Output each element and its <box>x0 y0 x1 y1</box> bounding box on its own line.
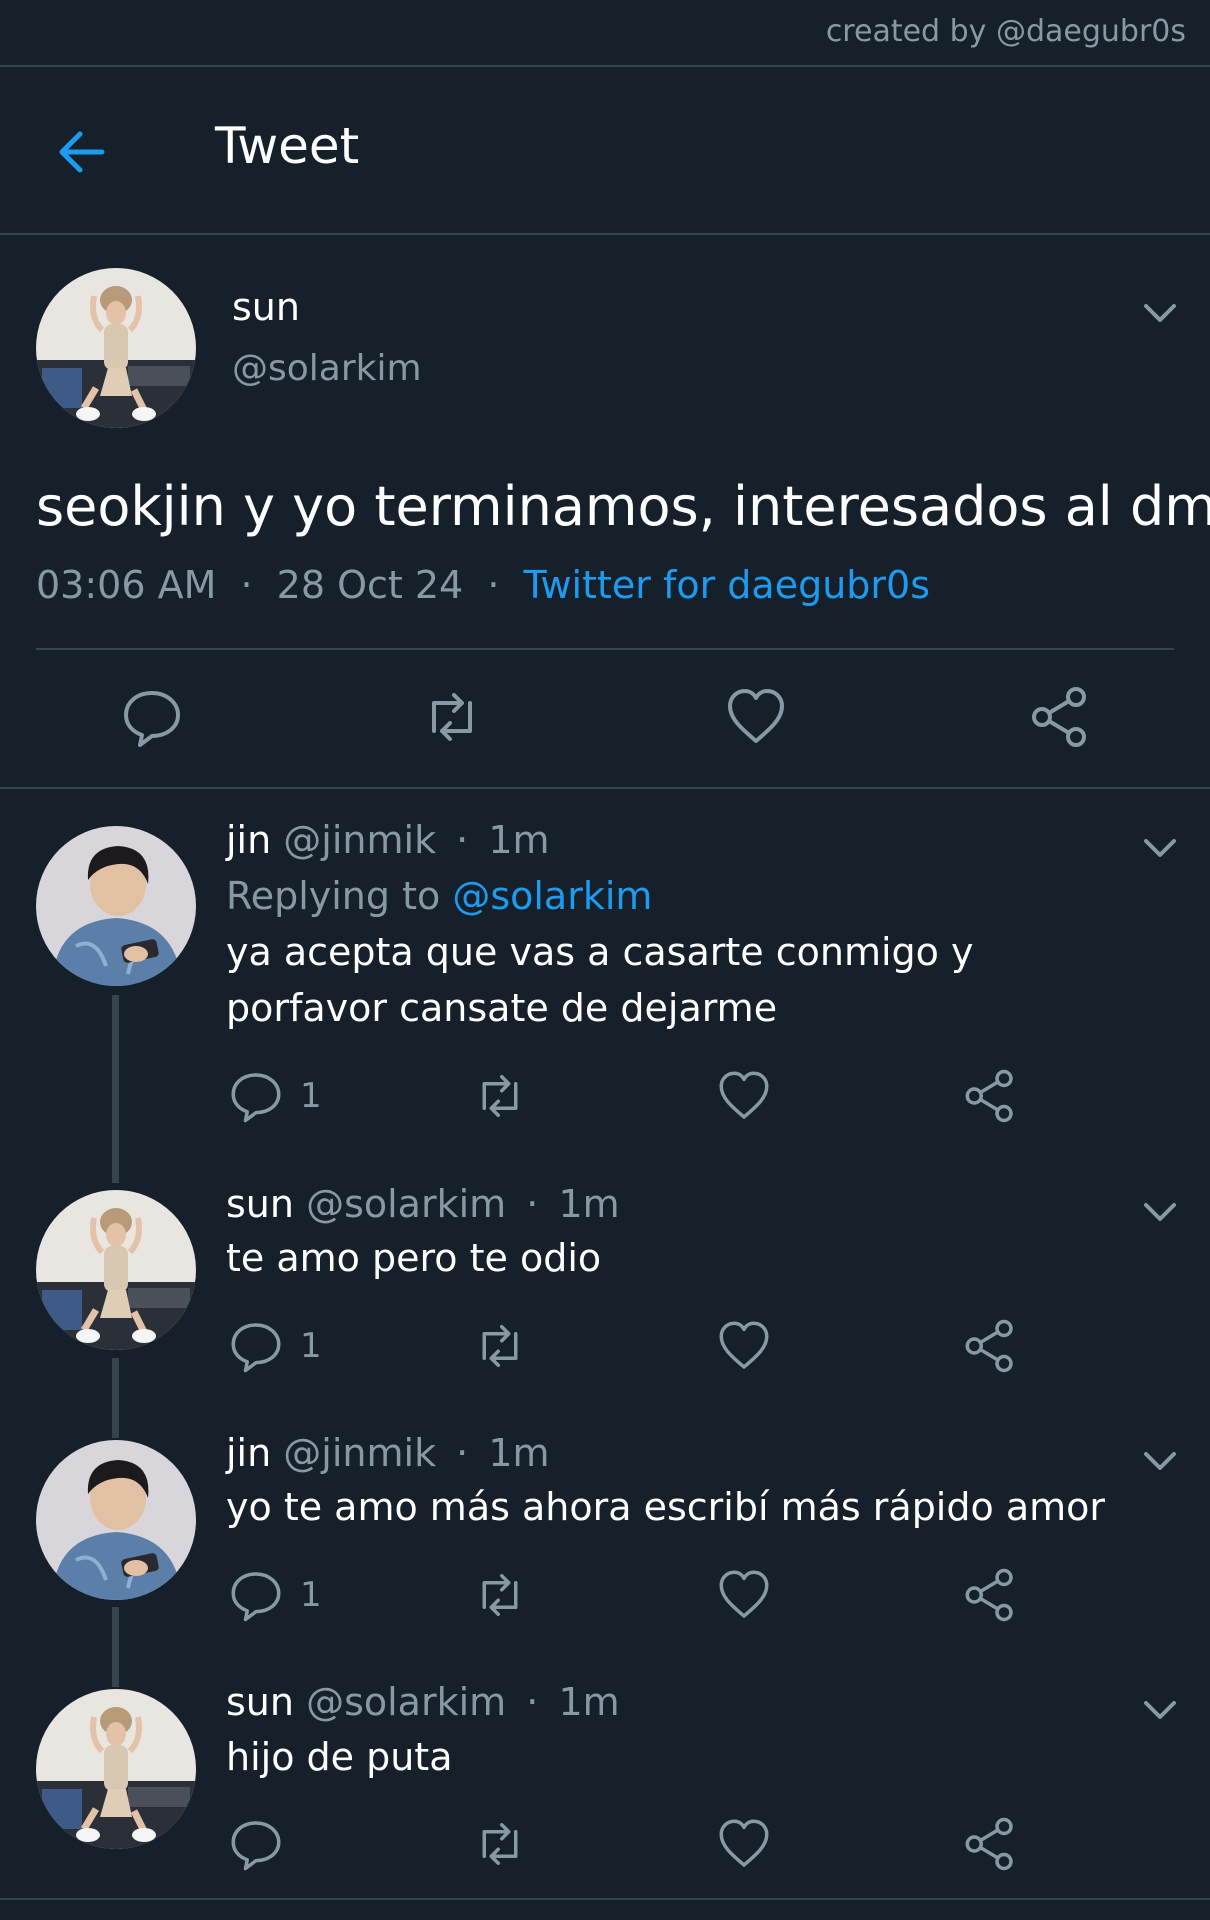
reply-text: ya acepta que vas a casarte conmigo y po… <box>226 930 974 1030</box>
reply-text: hijo de puta <box>226 1735 453 1779</box>
reply-header: jin @jinmik · 1m <box>226 1431 550 1475</box>
meta-divider <box>36 648 1174 650</box>
heart-icon[interactable] <box>716 1567 772 1623</box>
reply-mention[interactable]: @solarkim <box>452 874 652 918</box>
tweet-actions <box>0 685 1210 749</box>
heart-icon[interactable] <box>716 1816 772 1872</box>
reply-actions <box>0 1816 1210 1872</box>
retweet-icon[interactable] <box>472 1816 528 1872</box>
reply-icon[interactable] <box>120 685 184 749</box>
share-icon[interactable] <box>962 1816 1018 1872</box>
reply-text: yo te amo más ahora escribí más rápido a… <box>226 1485 1105 1529</box>
reply-actions: 1 <box>0 1567 1210 1623</box>
reply-time: 1m <box>488 1431 550 1475</box>
author-handle[interactable]: @jinmik <box>283 1431 436 1475</box>
reply-actions: 1 <box>0 1318 1210 1374</box>
meta-separator: · <box>487 563 500 607</box>
reply-header: sun @solarkim · 1m <box>226 1680 620 1724</box>
reply-icon[interactable] <box>228 1318 284 1374</box>
heart-icon[interactable] <box>724 685 788 749</box>
section-divider <box>0 787 1210 789</box>
reply-time: 1m <box>488 818 550 862</box>
avatar[interactable] <box>36 268 196 428</box>
watermark: created by @daegubr0s <box>825 14 1186 49</box>
replying-to: Replying to @solarkim <box>226 874 652 918</box>
dot-separator: · <box>456 1431 469 1475</box>
bottom-divider <box>0 1898 1210 1900</box>
author-handle[interactable]: @solarkim <box>306 1680 506 1724</box>
reply-header: jin @jinmik · 1m <box>226 818 550 862</box>
heart-icon[interactable] <box>716 1318 772 1374</box>
dot-separator: · <box>456 818 469 862</box>
tweet-meta: 03:06 AM · 28 Oct 24 · Twitter for daegu… <box>36 563 930 607</box>
author-handle[interactable]: @solarkim <box>306 1182 506 1226</box>
chevron-down-icon[interactable] <box>1140 298 1180 326</box>
dot-separator: · <box>526 1182 539 1226</box>
header-divider <box>0 233 1210 235</box>
share-icon[interactable] <box>1028 685 1092 749</box>
retweet-icon[interactable] <box>472 1567 528 1623</box>
dot-separator: · <box>526 1680 539 1724</box>
share-icon[interactable] <box>962 1318 1018 1374</box>
tweet-source[interactable]: Twitter for daegubr0s <box>524 563 930 607</box>
replying-label: Replying to <box>226 874 441 918</box>
chevron-down-icon[interactable] <box>1140 1197 1180 1225</box>
chevron-down-icon[interactable] <box>1140 1695 1180 1723</box>
reply-count: 1 <box>300 1575 322 1615</box>
avatar-photo <box>36 268 196 428</box>
meta-separator: · <box>240 563 253 607</box>
author-name[interactable]: jin <box>226 818 271 862</box>
author-name[interactable]: sun <box>226 1680 294 1724</box>
share-icon[interactable] <box>962 1068 1018 1124</box>
chevron-down-icon[interactable] <box>1140 1446 1180 1474</box>
reply-header: sun @solarkim · 1m <box>226 1182 620 1226</box>
reply-text: te amo pero te odio <box>226 1236 602 1280</box>
back-button[interactable] <box>52 122 112 182</box>
arrow-left-icon <box>59 131 105 173</box>
heart-icon[interactable] <box>716 1068 772 1124</box>
reply-time: 1m <box>558 1182 620 1226</box>
author-name[interactable]: jin <box>226 1431 271 1475</box>
author-name[interactable]: sun <box>226 1182 294 1226</box>
reply-count: 1 <box>300 1326 322 1366</box>
tweet-text: seokjin y yo terminamos, interesados al … <box>36 475 1210 538</box>
share-icon[interactable] <box>962 1567 1018 1623</box>
reply-icon[interactable] <box>228 1068 284 1124</box>
page-title: Tweet <box>215 117 360 175</box>
retweet-icon[interactable] <box>420 685 484 749</box>
retweet-icon[interactable] <box>472 1318 528 1374</box>
avatar-photo <box>36 826 196 986</box>
author-name[interactable]: sun <box>232 285 300 329</box>
chevron-down-icon[interactable] <box>1140 833 1180 861</box>
reply-time: 1m <box>558 1680 620 1724</box>
author-handle[interactable]: @solarkim <box>232 348 422 389</box>
reply-actions: 1 <box>0 1068 1210 1124</box>
app-header: Tweet <box>0 67 1210 234</box>
tweet-date: 28 Oct 24 <box>276 563 464 607</box>
author-handle[interactable]: @jinmik <box>283 818 436 862</box>
tweet-time: 03:06 AM <box>36 563 217 607</box>
avatar[interactable] <box>36 826 196 986</box>
retweet-icon[interactable] <box>472 1068 528 1124</box>
reply-icon[interactable] <box>228 1567 284 1623</box>
reply-count: 1 <box>300 1076 322 1116</box>
reply-icon[interactable] <box>228 1816 284 1872</box>
